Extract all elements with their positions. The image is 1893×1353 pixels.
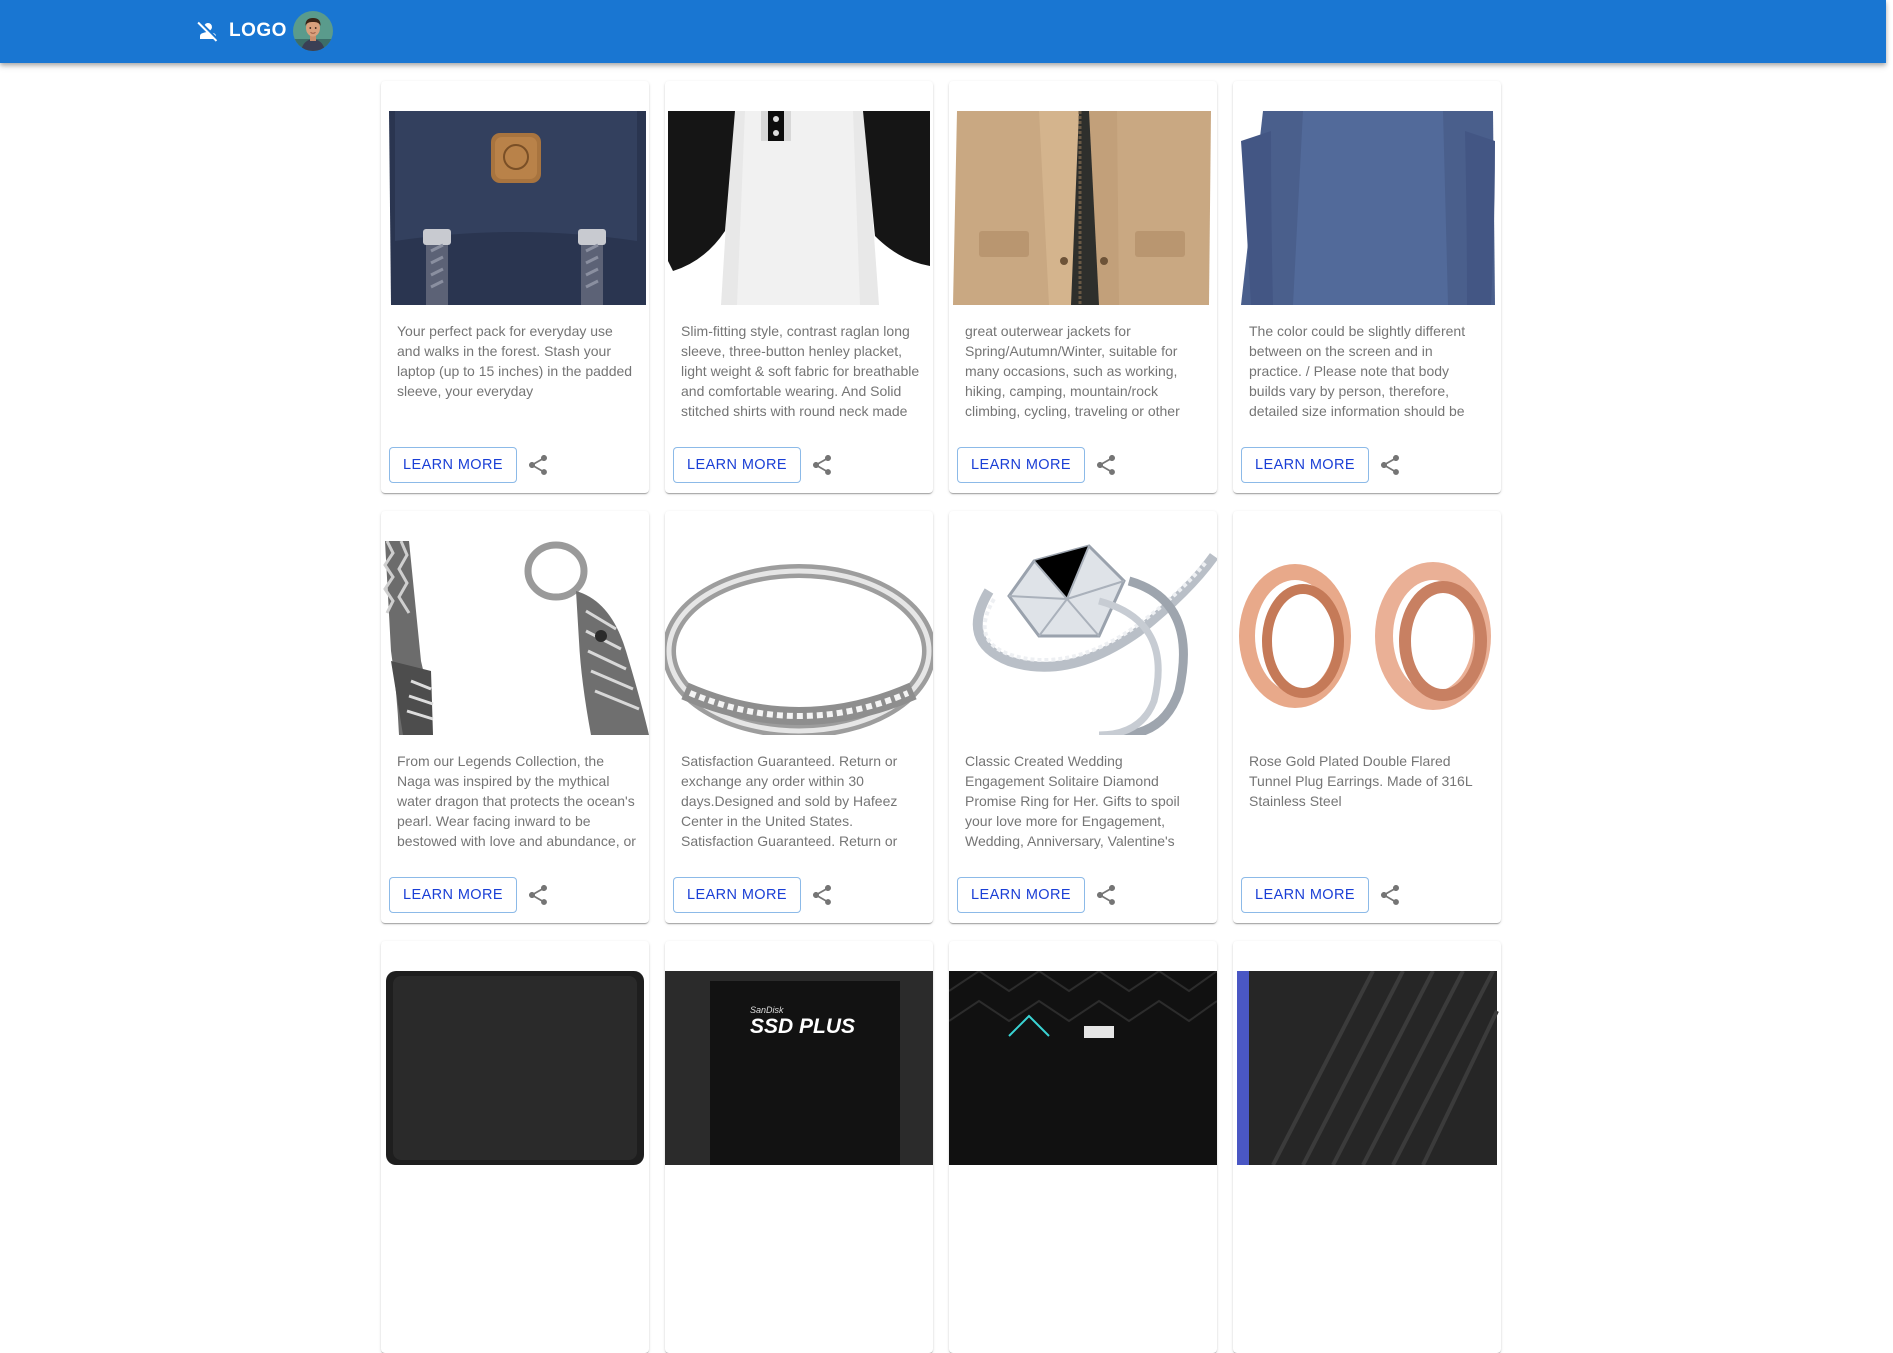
- app-bar: LOGO: [0, 0, 1886, 63]
- product-image-jacket[interactable]: [949, 111, 1217, 305]
- product-image-gaming-drive[interactable]: [949, 971, 1217, 1165]
- product-card: Your perfect pack for everyday use and w…: [381, 81, 649, 493]
- product-description: Classic Created Wedding Engagement Solit…: [965, 753, 1180, 849]
- product-card: [949, 941, 1217, 1353]
- product-description: Your perfect pack for everyday use and w…: [397, 323, 633, 399]
- product-card: [381, 941, 649, 1353]
- share-icon[interactable]: [1094, 453, 1118, 477]
- product-description: Satisfaction Guaranteed. Return or excha…: [681, 753, 898, 849]
- learn-more-button[interactable]: LEARN MORE: [673, 877, 801, 913]
- product-image-long-sleeve-tee[interactable]: [1233, 111, 1501, 305]
- learn-more-button[interactable]: LEARN MORE: [1241, 447, 1369, 483]
- avatar[interactable]: [293, 11, 333, 51]
- share-icon[interactable]: [810, 453, 834, 477]
- share-icon[interactable]: [1378, 883, 1402, 907]
- learn-more-button[interactable]: LEARN MORE: [389, 877, 517, 913]
- product-image-ssd[interactable]: SanDisk SSD PLUS: [665, 971, 933, 1165]
- product-image-wedding-rings[interactable]: [949, 541, 1217, 735]
- learn-more-button[interactable]: LEARN MORE: [389, 447, 517, 483]
- product-description: great outerwear jackets for Spring/Autum…: [965, 323, 1180, 419]
- product-card: Classic Created Wedding Engagement Solit…: [949, 511, 1217, 923]
- product-description: Slim-fitting style, contrast raglan long…: [681, 323, 920, 419]
- product-description: The color could be slightly different be…: [1249, 323, 1466, 419]
- product-card: The color could be slightly different be…: [1233, 81, 1501, 493]
- product-card: Satisfaction Guaranteed. Return or excha…: [665, 511, 933, 923]
- no-person-icon[interactable]: [196, 19, 220, 43]
- learn-more-button[interactable]: LEARN MORE: [957, 447, 1085, 483]
- share-icon[interactable]: [526, 453, 550, 477]
- product-card: SanDisk SSD PLUS: [665, 941, 933, 1353]
- share-icon[interactable]: [810, 883, 834, 907]
- product-image-raglan-shirt[interactable]: [665, 111, 933, 305]
- product-description: From our Legends Collection, the Naga wa…: [397, 753, 636, 849]
- share-icon[interactable]: [526, 883, 550, 907]
- ssd-brand-text: SanDisk: [750, 1005, 784, 1015]
- product-image-silver-ring[interactable]: [665, 541, 933, 735]
- product-card: great outerwear jackets for Spring/Autum…: [949, 81, 1217, 493]
- product-description: Rose Gold Plated Double Flared Tunnel Pl…: [1249, 753, 1473, 809]
- product-card: Rose Gold Plated Double Flared Tunnel Pl…: [1233, 511, 1501, 923]
- product-image-dragon-bracelet[interactable]: [381, 541, 649, 735]
- product-image-tunnel-plugs[interactable]: [1233, 541, 1501, 735]
- product-card: Slim-fitting style, contrast raglan long…: [665, 81, 933, 493]
- ssd-label-text: SSD PLUS: [750, 1015, 855, 1038]
- product-image-backpack[interactable]: [381, 111, 649, 305]
- product-image-hard-drive[interactable]: [381, 971, 649, 1165]
- logo-text[interactable]: LOGO: [229, 19, 287, 43]
- learn-more-button[interactable]: LEARN MORE: [957, 877, 1085, 913]
- product-image-portable-drive[interactable]: [1233, 971, 1501, 1165]
- product-card: From our Legends Collection, the Naga wa…: [381, 511, 649, 923]
- product-card: [1233, 941, 1501, 1353]
- learn-more-button[interactable]: LEARN MORE: [673, 447, 801, 483]
- learn-more-button[interactable]: LEARN MORE: [1241, 877, 1369, 913]
- share-icon[interactable]: [1378, 453, 1402, 477]
- share-icon[interactable]: [1094, 883, 1118, 907]
